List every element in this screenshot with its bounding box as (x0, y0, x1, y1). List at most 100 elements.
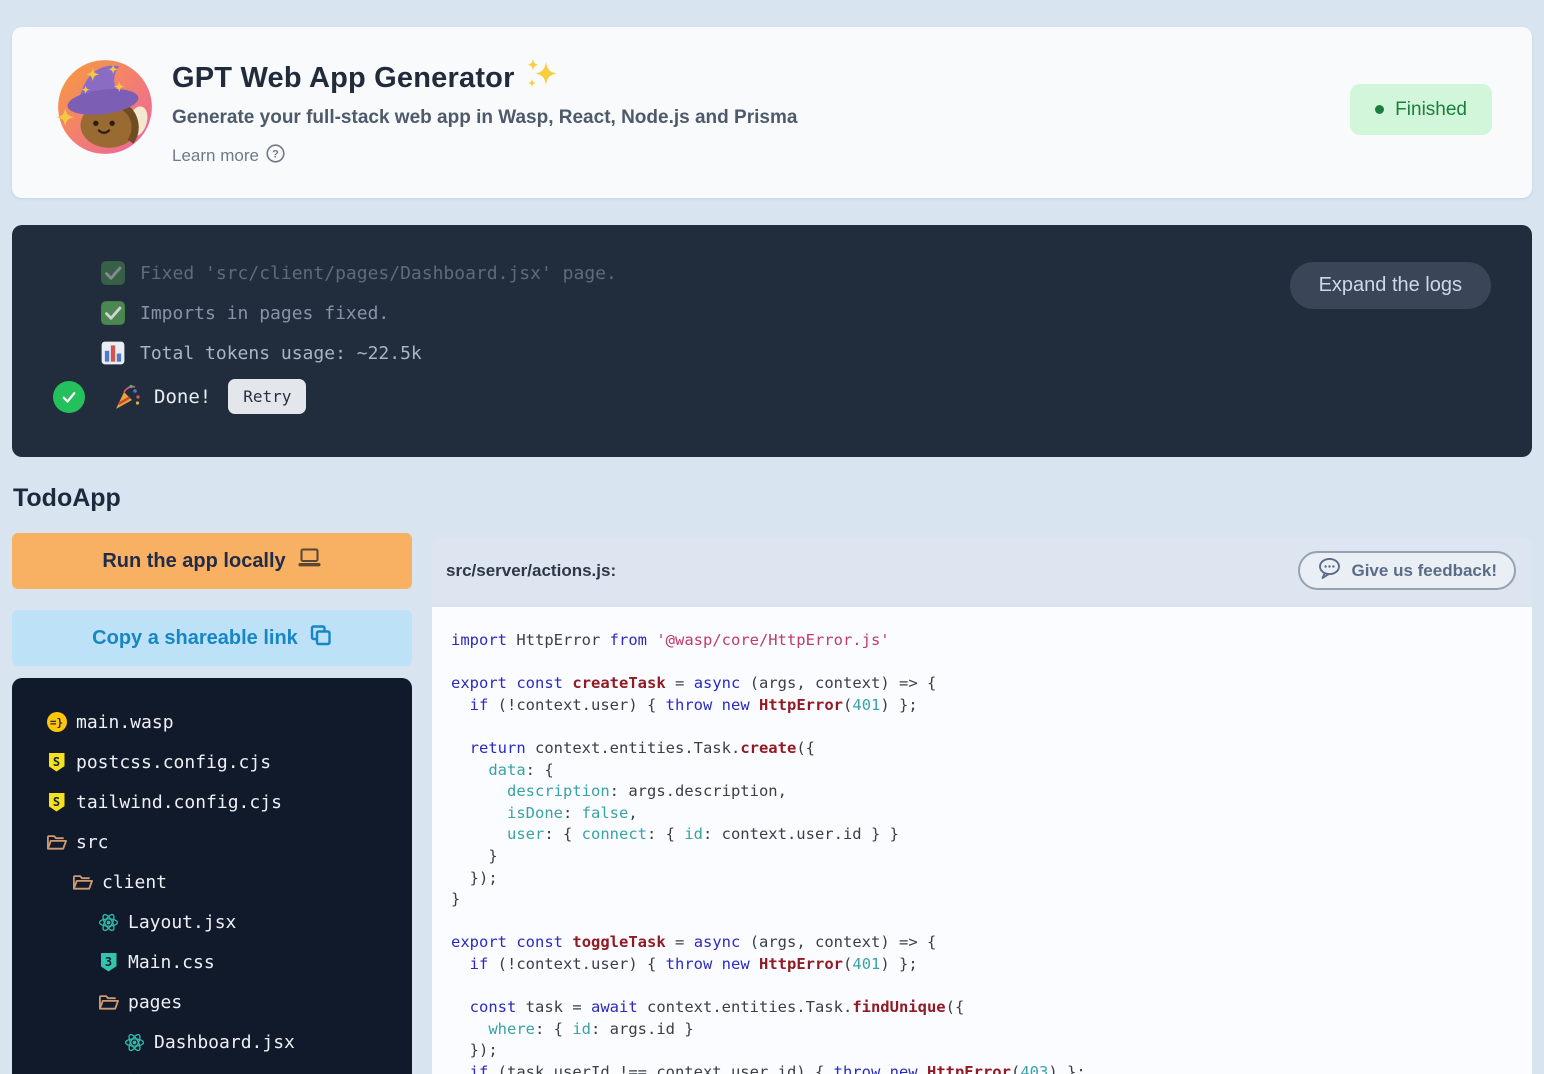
sparkles-icon (525, 58, 559, 98)
log-line: Total tokens usage: ~22.5k (12, 333, 1532, 373)
code-line: description: args.description, (451, 781, 1532, 803)
folder-open-icon (72, 873, 93, 892)
folder-open-icon (46, 833, 67, 852)
tree-icon-wrap (124, 1032, 145, 1053)
code-line: } (451, 846, 1532, 868)
file-tree-item-dashboard-jsx[interactable]: Dashboard.jsx (12, 1022, 412, 1062)
file-tree-item-postcss-config-cjs[interactable]: Spostcss.config.cjs (12, 742, 412, 782)
file-tree-item-layout-jsx[interactable]: Layout.jsx (12, 902, 412, 942)
code-line: } (451, 889, 1532, 911)
header-card: GPT Web App Generator Generate your full… (12, 27, 1532, 198)
run-app-locally-button[interactable]: Run the app locally (12, 533, 412, 589)
code-line (451, 652, 1532, 674)
wizard-mascot-logo (52, 54, 158, 160)
code-line: const task = await context.entities.Task… (451, 997, 1532, 1019)
tree-icon-wrap (72, 872, 93, 893)
done-row: Done! Retry (12, 379, 1532, 414)
code-block: import HttpError from '@wasp/core/HttpEr… (432, 607, 1532, 1074)
code-line: if (!context.user) { throw new HttpError… (451, 695, 1532, 717)
file-tree-item-tailwind-config-cjs[interactable]: Stailwind.config.cjs (12, 782, 412, 822)
code-line: data: { (451, 760, 1532, 782)
file-tree-item-client[interactable]: client (12, 862, 412, 902)
code-line (451, 976, 1532, 998)
status-badge: Finished (1350, 84, 1492, 135)
check-emoji-icon (100, 300, 126, 326)
code-line: }); (451, 1040, 1532, 1062)
file-tree-item-pages[interactable]: pages (12, 982, 412, 1022)
code-line: import HttpError from '@wasp/core/HttpEr… (451, 630, 1532, 652)
file-tree-item-main-css[interactable]: 3 Main.css (12, 942, 412, 982)
page-title-text: GPT Web App Generator (172, 62, 515, 95)
check-emoji-icon (100, 260, 126, 286)
svg-text:?: ? (272, 148, 279, 160)
tree-icon-wrap: =} (46, 712, 67, 733)
code-line: where: { id: args.id } (451, 1019, 1532, 1041)
code-panel: src/server/actions.js: Give us feedback!… (432, 537, 1532, 1074)
give-feedback-button[interactable]: Give us feedback! (1298, 551, 1516, 590)
file-name-label: pages (128, 992, 182, 1013)
code-line (451, 716, 1532, 738)
header-text: GPT Web App Generator Generate your full… (172, 58, 797, 168)
code-panel-header: src/server/actions.js: Give us feedback! (432, 537, 1532, 604)
file-name-label: main.wasp (76, 712, 174, 733)
left-column: Run the app locally Copy a shareable lin… (12, 533, 412, 1074)
css-file-icon: 3 (101, 953, 117, 972)
tree-icon-wrap: 3 (98, 952, 119, 973)
file-name-label: Main.css (128, 952, 215, 973)
status-label: Finished (1395, 99, 1467, 121)
question-circle-icon: ? (266, 144, 285, 168)
status-dot-icon (1375, 105, 1384, 114)
js-file-icon: S (49, 753, 65, 772)
log-line-text: Imports in pages fixed. (140, 303, 389, 324)
code-line: export const createTask = async (args, c… (451, 673, 1532, 695)
file-name-label: Layout.jsx (128, 912, 236, 933)
tree-icon-wrap: S (46, 752, 67, 773)
file-name-label: client (102, 872, 167, 893)
react-file-icon (98, 912, 119, 933)
learn-more-label: Learn more (172, 146, 259, 166)
react-file-icon (124, 1032, 145, 1053)
folder-open-icon (98, 993, 119, 1012)
run-button-label: Run the app locally (102, 550, 285, 573)
page-subtitle: Generate your full-stack web app in Wasp… (172, 107, 797, 129)
code-line: user: { connect: { id: context.user.id }… (451, 824, 1532, 846)
file-tree-item-src[interactable]: src (12, 822, 412, 862)
file-tree: =}main.waspSpostcss.config.cjsStailwind.… (12, 678, 412, 1074)
project-name: TodoApp (13, 484, 121, 513)
speech-bubble-icon (1317, 557, 1342, 585)
party-popper-icon (113, 383, 141, 411)
js-file-icon: S (49, 793, 65, 812)
feedback-button-label: Give us feedback! (1351, 561, 1497, 581)
learn-more-link[interactable]: Learn more ? (172, 144, 285, 168)
file-name-label: tailwind.config.cjs (76, 792, 282, 813)
laptop-icon (297, 547, 322, 575)
generation-log-panel: Fixed 'src/client/pages/Dashboard.jsx' p… (12, 225, 1532, 457)
file-tree-item-main-wasp[interactable]: =} main.wasp (12, 702, 412, 742)
success-check-circle-icon (53, 381, 85, 413)
copy-icon (309, 624, 332, 653)
file-name-label: src (76, 832, 109, 853)
file-tree-item-login-jsx[interactable]: Login.jsx (12, 1062, 412, 1074)
code-line: if (task.userId !== context.user.id) { t… (451, 1062, 1532, 1074)
log-line-text: Fixed 'src/client/pages/Dashboard.jsx' p… (140, 263, 617, 284)
copy-shareable-link-button[interactable]: Copy a shareable link (12, 610, 412, 666)
file-name-label: Dashboard.jsx (154, 1032, 295, 1053)
code-filename: src/server/actions.js: (446, 561, 616, 581)
expand-logs-button[interactable]: Expand the logs (1290, 262, 1491, 309)
done-label: Done! (154, 386, 211, 408)
bar-chart-emoji-icon (100, 340, 126, 366)
wasp-file-icon: =} (47, 712, 67, 732)
tree-icon-wrap (46, 832, 67, 853)
tree-icon-wrap (98, 912, 119, 933)
tree-icon-wrap (98, 992, 119, 1013)
code-line (451, 911, 1532, 933)
retry-button[interactable]: Retry (228, 379, 306, 414)
code-line: return context.entities.Task.create({ (451, 738, 1532, 760)
page-title: GPT Web App Generator (172, 58, 797, 98)
code-line: if (!context.user) { throw new HttpError… (451, 954, 1532, 976)
tree-icon-wrap: S (46, 792, 67, 813)
code-line: }); (451, 868, 1532, 890)
code-line: export const toggleTask = async (args, c… (451, 932, 1532, 954)
copy-button-label: Copy a shareable link (92, 627, 298, 650)
file-name-label: postcss.config.cjs (76, 752, 271, 773)
